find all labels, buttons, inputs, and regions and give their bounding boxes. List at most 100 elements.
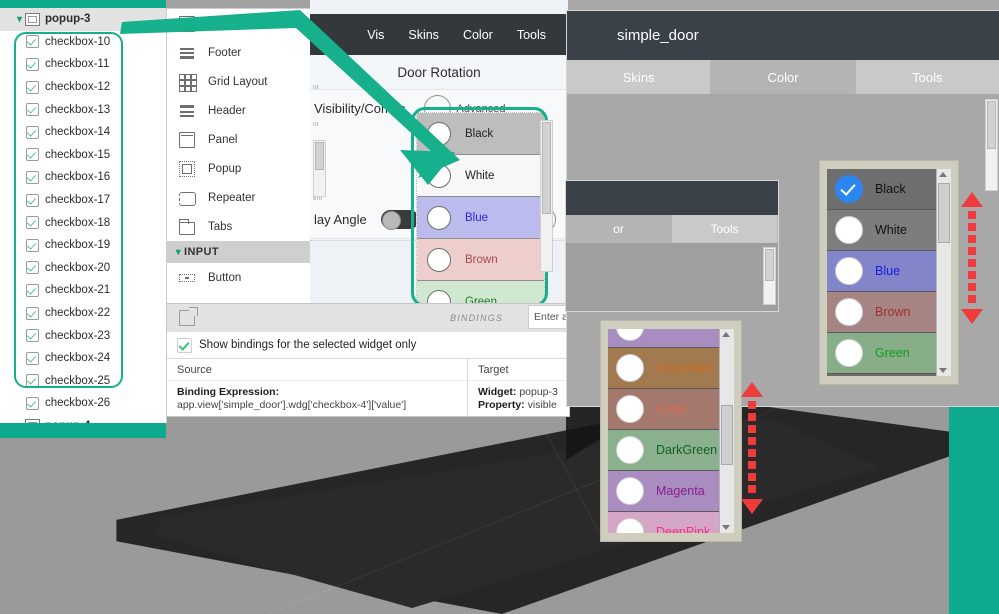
- checkbox-icon[interactable]: [26, 103, 39, 117]
- radio-icon[interactable]: [427, 163, 451, 188]
- palette-item-panel[interactable]: Panel: [167, 125, 315, 154]
- checkbox-icon[interactable]: [26, 396, 39, 410]
- color-popup-preview[interactable]: Black White Blue Brown Green: [416, 112, 545, 304]
- palette-item-popup[interactable]: Popup: [167, 154, 315, 183]
- runtime-tab-tools[interactable]: Tools: [672, 215, 778, 243]
- runtime-tab-bar-secondary[interactable]: or Tools: [566, 215, 778, 243]
- radio-icon[interactable]: [616, 354, 644, 382]
- tree-item-checkbox[interactable]: checkbox-12: [0, 76, 166, 99]
- palette-item-card[interactable]: Card: [167, 9, 315, 38]
- checkbox-icon[interactable]: [26, 57, 39, 71]
- tree-node-popup-3[interactable]: ▾ popup-3: [0, 8, 166, 31]
- scrollbar-thumb[interactable]: [542, 122, 551, 214]
- checkbox-icon[interactable]: [26, 80, 39, 94]
- runtime-scrollbar-secondary[interactable]: [763, 247, 776, 305]
- chevron-right-icon[interactable]: ▸: [14, 420, 25, 423]
- color-option-white[interactable]: White: [827, 210, 936, 251]
- checkbox-icon[interactable]: [26, 283, 39, 297]
- tree-item-checkbox[interactable]: checkbox-10: [0, 31, 166, 54]
- color-option-deeppink[interactable]: DeepPink: [608, 512, 719, 533]
- radio-icon[interactable]: [427, 121, 451, 146]
- radio-icon[interactable]: [835, 175, 863, 203]
- radio-icon[interactable]: [427, 289, 451, 303]
- tree-item-checkbox[interactable]: checkbox-18: [0, 211, 166, 234]
- popup-scrollbar-secondary[interactable]: [719, 329, 734, 533]
- runtime-tab-or[interactable]: or: [566, 215, 672, 243]
- palette-item-tabs[interactable]: Tabs: [167, 212, 315, 241]
- radio-icon[interactable]: [427, 247, 451, 272]
- bindings-target-cell[interactable]: Widget: popup-3 Property: visible: [468, 381, 569, 412]
- tree-item-checkbox[interactable]: checkbox-25: [0, 370, 166, 393]
- checkbox-icon[interactable]: [26, 35, 39, 49]
- radio-icon[interactable]: [616, 477, 644, 505]
- palette-item-header[interactable]: Header: [167, 96, 315, 125]
- tree-node-popup-4[interactable]: ▸ popup-4: [0, 415, 166, 423]
- palette-section-input[interactable]: ▾ INPUT: [167, 241, 315, 263]
- radio-icon[interactable]: [835, 298, 863, 326]
- checkbox-icon[interactable]: [26, 125, 39, 139]
- tree-item-checkbox[interactable]: checkbox-20: [0, 257, 166, 280]
- designer-nav-color[interactable]: Color: [463, 28, 493, 42]
- bindings-filter-row[interactable]: Show bindings for the selected widget on…: [167, 332, 569, 359]
- expand-icon[interactable]: [179, 307, 198, 326]
- tree-item-checkbox[interactable]: checkbox-11: [0, 53, 166, 76]
- radio-icon[interactable]: [616, 395, 644, 423]
- checkbox-icon[interactable]: [177, 337, 192, 353]
- palette-item-footer[interactable]: Footer: [167, 38, 315, 67]
- designer-navbar[interactable]: Vis Skins Color Tools: [310, 14, 568, 55]
- tree-item-checkbox[interactable]: checkbox-22: [0, 302, 166, 325]
- runtime-tab-skins[interactable]: Skins: [567, 60, 712, 94]
- palette-item-button[interactable]: Button: [167, 263, 315, 292]
- bindings-panel[interactable]: BINDINGS Show bindings for the selected …: [166, 303, 570, 417]
- scrollbar-thumb[interactable]: [315, 142, 324, 170]
- component-palette-dropdown[interactable]: Card Footer Grid Layout Header Panel Popup Rep…: [166, 8, 316, 305]
- color-option-black[interactable]: Black: [827, 169, 936, 210]
- radio-icon[interactable]: [616, 329, 644, 341]
- radio-icon[interactable]: [835, 339, 863, 367]
- scrollbar-thumb[interactable]: [987, 101, 996, 149]
- tree-item-checkbox[interactable]: checkbox-26: [0, 392, 166, 415]
- tree-item-checkbox[interactable]: checkbox-24: [0, 347, 166, 370]
- palette-item-repeater[interactable]: Repeater: [167, 183, 315, 212]
- runtime-window-secondary[interactable]: or Tools: [565, 180, 779, 312]
- color-option-coral[interactable]: Coral: [608, 389, 719, 430]
- chevron-down-icon[interactable]: ▾: [173, 247, 184, 258]
- designer-canvas-scrollbar[interactable]: [540, 120, 553, 272]
- scrollbar-thumb[interactable]: [938, 183, 950, 243]
- checkbox-icon[interactable]: [26, 374, 39, 388]
- tree-item-checkbox[interactable]: checkbox-19: [0, 234, 166, 257]
- tree-item-checkbox[interactable]: checkbox-13: [0, 98, 166, 121]
- color-option-partial[interactable]: [608, 329, 719, 348]
- runtime-tab-color[interactable]: Color: [711, 60, 856, 94]
- checkbox-icon[interactable]: [26, 351, 39, 365]
- radio-icon[interactable]: [616, 436, 644, 464]
- checkbox-icon[interactable]: [26, 329, 39, 343]
- radio-icon[interactable]: [835, 216, 863, 244]
- bindings-search-input[interactable]: Enter a: [528, 305, 570, 329]
- palette-item-grid-layout[interactable]: Grid Layout: [167, 67, 315, 96]
- designer-nav-skins[interactable]: Skins: [408, 28, 439, 42]
- chevron-down-icon[interactable]: ▾: [14, 14, 25, 25]
- color-option-brown[interactable]: Brown: [417, 239, 544, 281]
- runtime-tab-tools[interactable]: Tools: [855, 60, 999, 94]
- color-option-magenta[interactable]: Magenta: [608, 471, 719, 512]
- display-angle-toggle[interactable]: [380, 210, 419, 230]
- color-option-blue[interactable]: Blue: [417, 197, 544, 239]
- color-option-blue[interactable]: Blue: [827, 251, 936, 292]
- runtime-color-popup-primary[interactable]: Black White Blue Brown Green: [819, 160, 959, 385]
- scroll-up-arrow[interactable]: [722, 332, 730, 337]
- popup-scrollbar[interactable]: [936, 169, 951, 376]
- color-option-green[interactable]: Green: [827, 333, 936, 374]
- color-option-green[interactable]: Green: [417, 281, 544, 303]
- checkbox-icon[interactable]: [26, 170, 39, 184]
- tree-item-checkbox[interactable]: checkbox-17: [0, 189, 166, 212]
- color-option-black[interactable]: Black: [417, 113, 544, 155]
- checkbox-icon[interactable]: [26, 261, 39, 275]
- radio-icon[interactable]: [616, 518, 644, 533]
- designer-nav-tools[interactable]: Tools: [517, 28, 546, 42]
- runtime-color-popup-secondary[interactable]: Chocolate Coral DarkGreen Magenta DeepPink: [600, 320, 742, 542]
- color-option-white[interactable]: White: [417, 155, 544, 197]
- tree-item-checkbox[interactable]: checkbox-14: [0, 121, 166, 144]
- runtime-tab-bar[interactable]: Skins Color Tools: [567, 60, 999, 94]
- color-option-darkgreen[interactable]: DarkGreen: [608, 430, 719, 471]
